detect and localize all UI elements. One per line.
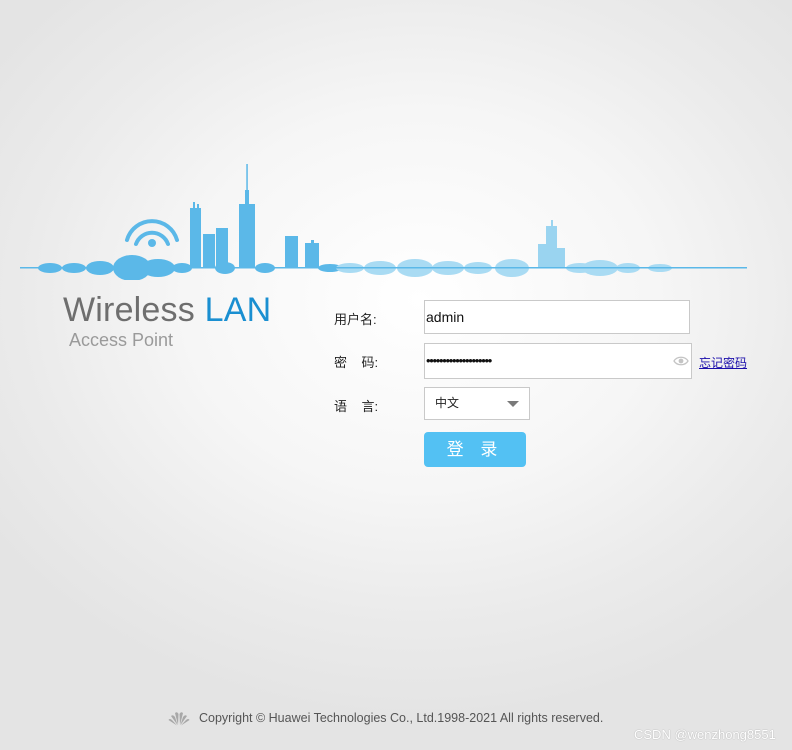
- brand-block: Wireless LAN Access Point: [63, 290, 271, 350]
- skyline-baseline: [20, 267, 747, 269]
- skyline-buildings-right: [538, 220, 565, 268]
- eye-icon[interactable]: [673, 354, 689, 368]
- brand-subtitle: Access Point: [69, 330, 174, 350]
- language-label: 语 言:: [334, 399, 379, 414]
- language-select[interactable]: 中文: [424, 387, 530, 420]
- skyline-buildings: [190, 164, 319, 268]
- username-input[interactable]: [425, 301, 689, 333]
- language-value: 中文: [435, 396, 460, 410]
- forgot-password-link[interactable]: 忘记密码: [699, 354, 747, 371]
- username-field[interactable]: [424, 300, 690, 334]
- brand-title-lan: LAN: [204, 291, 272, 329]
- login-button[interactable]: 登 录: [424, 432, 526, 467]
- username-label: 用户名:: [334, 312, 377, 327]
- password-mask[interactable]: ••••••••••••••••••••: [426, 344, 492, 378]
- copyright-text: Copyright © Huawei Technologies Co., Ltd…: [199, 711, 604, 725]
- huawei-logo-icon: [168, 712, 190, 726]
- skyline-banner: [20, 164, 747, 280]
- watermark-text: CSDN @wenzhong8551: [634, 727, 776, 742]
- password-label: 密 码:: [334, 355, 379, 370]
- password-field[interactable]: ••••••••••••••••••••: [424, 343, 692, 379]
- chevron-down-icon: [507, 401, 519, 407]
- wifi-icon: [125, 219, 179, 247]
- footer: Copyright © Huawei Technologies Co., Ltd…: [168, 708, 603, 728]
- brand-title-wireless: Wireless: [63, 291, 205, 329]
- brand-title: Wireless LAN: [63, 290, 271, 330]
